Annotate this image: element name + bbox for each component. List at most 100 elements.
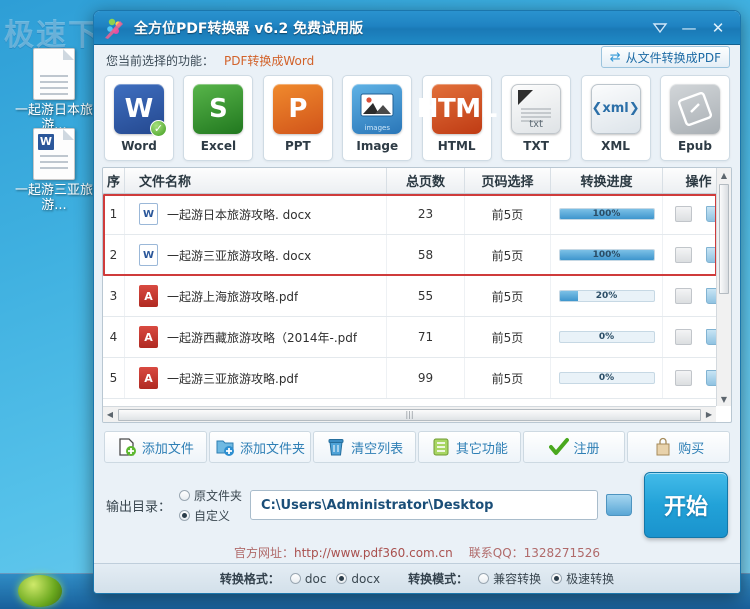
site-url[interactable]: http://www.pdf360.com.cn (294, 546, 453, 560)
row-progress-cell: 0% (551, 317, 663, 357)
save-icon[interactable] (674, 370, 692, 386)
table-header-progress: 转换进度 (551, 168, 663, 193)
table-row[interactable]: 1 W 一起游日本旅游攻略. docx 23 前5页 100% (103, 194, 731, 235)
format-tile-excel[interactable]: S Excel (183, 75, 254, 161)
row-index: 2 (103, 235, 125, 275)
scroll-left-icon[interactable]: ◀ (103, 410, 117, 419)
row-page-range[interactable]: 前5页 (465, 276, 551, 316)
format-tile-html[interactable]: HTML HTML (417, 75, 497, 161)
scroll-right-icon[interactable]: ▶ (702, 410, 716, 419)
format-tile-word[interactable]: W ✓ Word (104, 75, 174, 161)
save-icon[interactable] (674, 206, 692, 222)
other-functions-button[interactable]: 其它功能 (418, 431, 521, 463)
add-file-button[interactable]: 添加文件 (104, 431, 207, 463)
image-sub-label: images (364, 123, 390, 132)
pdf-file-icon: A (139, 367, 158, 389)
progress-percent: 0% (598, 332, 615, 342)
row-page-range[interactable]: 前5页 (465, 235, 551, 275)
desktop-icon-0[interactable]: 一起游日本旅游... (6, 48, 102, 133)
horizontal-scrollbar[interactable]: ◀ ||| ▶ (103, 406, 716, 422)
table-header-pages: 总页数 (387, 168, 465, 193)
row-pages: 58 (387, 235, 465, 275)
row-page-range[interactable]: 前5页 (465, 358, 551, 398)
row-page-range[interactable]: 前5页 (465, 194, 551, 234)
vertical-scroll-thumb[interactable] (719, 184, 729, 294)
ppt-icon: P (272, 83, 323, 134)
convert-to-pdf-button[interactable]: ⇄ 从文件转换成PDF (600, 46, 730, 68)
trash-icon (326, 437, 346, 457)
footer-options: 转换格式： doc docx 转换模式： 兼容转换 极速转换 (94, 563, 740, 593)
start-orb-icon[interactable] (18, 575, 62, 607)
table-row[interactable]: 5 A 一起游三亚旅游攻略.pdf 99 前5页 0% (103, 358, 731, 399)
format-tile-epub[interactable]: Epub (659, 75, 730, 161)
output-directory-row: 输出目录： 原文件夹 自定义 C:\Users\Administrator\De… (102, 466, 732, 540)
scroll-down-icon[interactable]: ▼ (717, 392, 731, 406)
txt-sub-label: txt (529, 118, 543, 130)
radio-format-docx[interactable]: docx (336, 572, 380, 586)
document-lines (40, 75, 68, 99)
window-controls: — ✕ (647, 16, 740, 40)
radio-format-doc[interactable]: doc (289, 572, 326, 586)
progress-percent: 0% (598, 373, 615, 383)
row-filename: 一起游上海旅游攻略.pdf (167, 289, 299, 304)
selected-check-icon: ✓ (150, 119, 167, 137)
mode-group-label: 转换模式： (408, 572, 469, 586)
add-folder-button[interactable]: 添加文件夹 (208, 431, 312, 463)
radio-dot-icon-selected (336, 573, 348, 584)
radio-original-folder[interactable]: 原文件夹 (179, 487, 242, 504)
table-row[interactable]: 2 W 一起游三亚旅游攻略. docx 58 前5页 100% (103, 235, 731, 276)
save-icon[interactable] (674, 288, 692, 304)
save-icon[interactable] (674, 247, 692, 263)
xml-icon: ❮xml❯ (590, 83, 641, 134)
output-directory-label: 输出目录： (106, 499, 172, 515)
format-tile-image[interactable]: images Image (342, 75, 413, 161)
window-title: 全方位PDF转换器 v6.2 免费试用版 (134, 20, 364, 37)
clear-list-button[interactable]: 清空列表 (313, 431, 417, 463)
radio-custom-folder[interactable]: 自定义 (179, 507, 242, 524)
buy-button[interactable]: 购买 (627, 431, 731, 463)
file-table: 序 文件名称 总页数 页码选择 转换进度 操作 1 W 一起游日本旅游攻略. d… (102, 167, 732, 423)
row-pages: 55 (387, 276, 465, 316)
output-path-value: C:\Users\Administrator\Desktop (261, 497, 494, 513)
site-label: 官方网址： (233, 546, 294, 560)
progress-percent: 100% (592, 209, 621, 219)
start-button[interactable]: 开始 (644, 472, 728, 538)
browse-folder-icon[interactable] (606, 494, 632, 516)
format-tile-xml[interactable]: ❮xml❯ XML (580, 75, 651, 161)
format-tile-ppt[interactable]: P PPT (262, 75, 333, 161)
row-index: 1 (103, 194, 125, 234)
row-page-range[interactable]: 前5页 (465, 317, 551, 357)
epub-icon (669, 83, 720, 134)
desktop-icon-1[interactable]: W 一起游三亚旅游... (6, 128, 102, 213)
output-path-input[interactable]: C:\Users\Administrator\Desktop (250, 490, 598, 520)
app-body: 您当前选择的功能： PDF转换成Word ⇄ 从文件转换成PDF W ✓ Wor… (94, 45, 740, 563)
register-button[interactable]: 注册 (522, 431, 626, 463)
format-tile-label: HTML (437, 138, 476, 153)
minimize-button[interactable]: — (676, 16, 702, 40)
radio-original-folder-label: 原文件夹 (194, 488, 243, 503)
swap-arrows-icon: ⇄ (609, 49, 621, 65)
format-tile-label: Epub (677, 138, 712, 153)
row-filename-cell: A 一起游三亚旅游攻略.pdf (125, 358, 387, 398)
horizontal-scroll-thumb[interactable]: ||| (118, 408, 701, 421)
desktop-icon-label: 一起游三亚旅游... (14, 183, 93, 213)
progress-percent: 100% (592, 250, 621, 260)
radio-mode-fast[interactable]: 极速转换 (551, 570, 614, 587)
table-row[interactable]: 4 A 一起游西藏旅游攻略（2014年-.pdf 71 前5页 0% (103, 317, 731, 358)
format-option-group: 转换格式： doc docx (220, 570, 380, 587)
save-icon[interactable] (674, 329, 692, 345)
row-filename: 一起游三亚旅游攻略. docx (167, 248, 312, 263)
function-label: 您当前选择的功能： (106, 53, 215, 68)
chevron-down-icon (652, 22, 668, 33)
txt-icon: txt (511, 83, 562, 134)
radio-mode-compatible[interactable]: 兼容转换 (478, 570, 541, 587)
convert-to-pdf-label: 从文件转换成PDF (625, 50, 721, 65)
table-row[interactable]: 3 A 一起游上海旅游攻略.pdf 55 前5页 20% (103, 276, 731, 317)
vertical-scrollbar[interactable]: ▲ ▼ (716, 168, 731, 406)
format-tile-txt[interactable]: txt TXT (501, 75, 572, 161)
close-button[interactable]: ✕ (705, 16, 731, 40)
scroll-up-icon[interactable]: ▲ (717, 168, 731, 182)
word-badge-icon: W (38, 134, 54, 150)
menu-button[interactable] (647, 16, 673, 40)
progress-bar: 100% (558, 249, 655, 261)
